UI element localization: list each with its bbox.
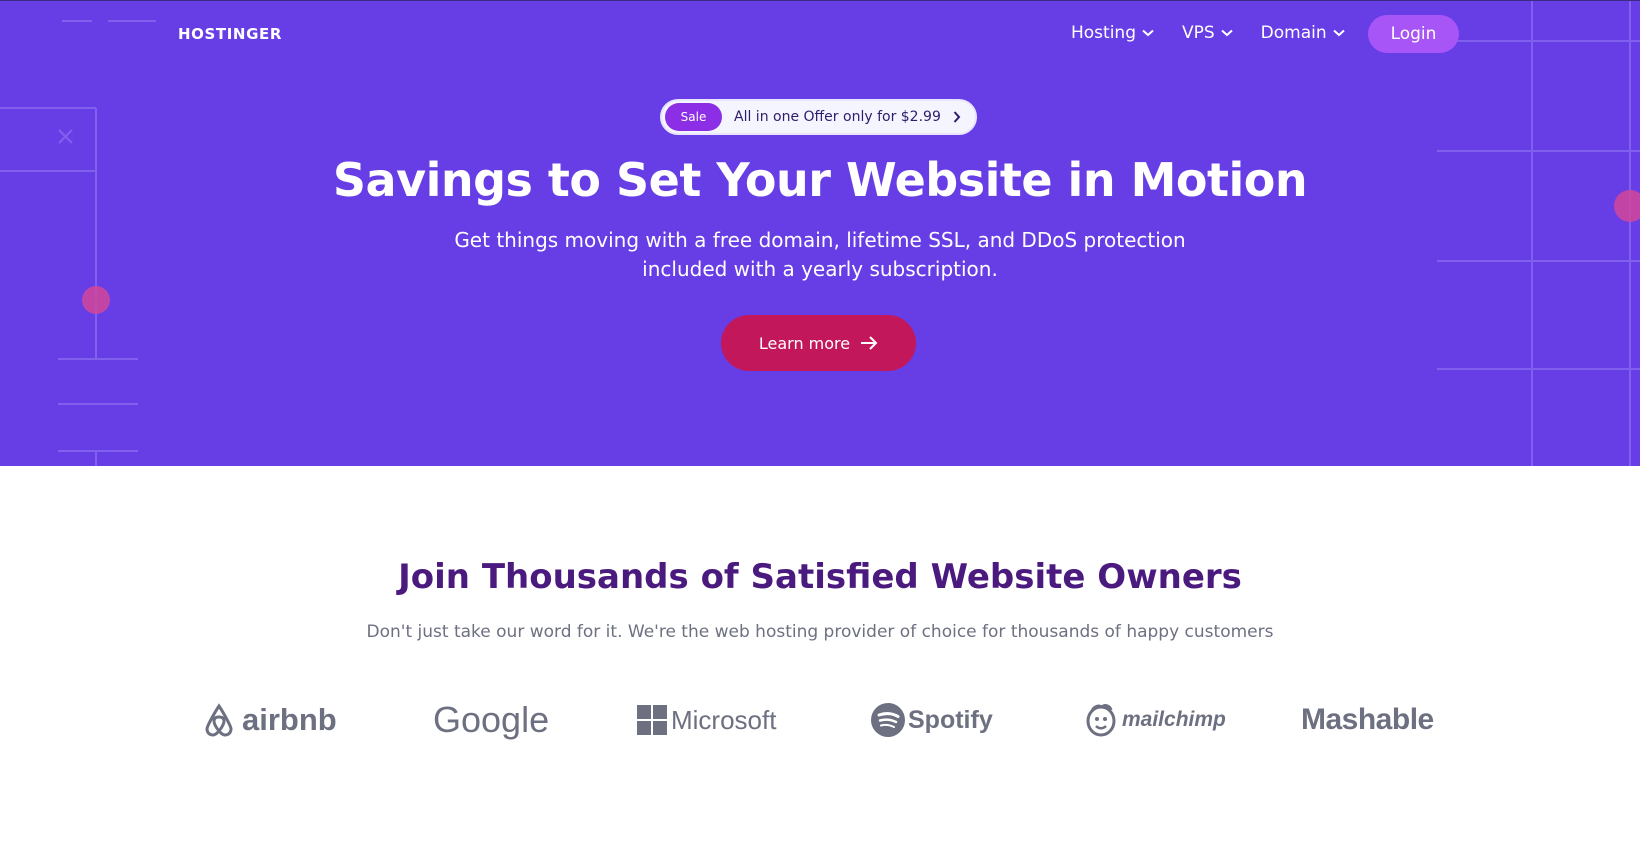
airbnb-wordmark: airbnb xyxy=(242,702,337,737)
brand-logo[interactable]: HOSTINGER xyxy=(178,25,282,43)
nav-item-hosting[interactable]: Hosting xyxy=(1071,23,1154,43)
mailchimp-logo: mailchimp xyxy=(1084,698,1226,742)
sale-offer-banner[interactable]: Sale All in one Offer only for $2.99 xyxy=(660,99,977,135)
chevron-down-icon xyxy=(1142,29,1154,37)
nav-item-domain[interactable]: Domain xyxy=(1261,23,1345,43)
main-nav: Hosting VPS Domain xyxy=(1071,23,1373,43)
microsoft-wordmark: Microsoft xyxy=(671,704,777,735)
hero-section: HOSTINGER Hosting VPS Domain Login Sale … xyxy=(0,0,1640,466)
chevron-right-icon xyxy=(953,111,961,123)
mashable-wordmark: Mashable xyxy=(1301,703,1434,736)
microsoft-logo: Microsoft xyxy=(637,698,776,742)
trust-section-title: Join Thousands of Satisfied Website Owne… xyxy=(398,557,1242,597)
cta-label: Learn more xyxy=(758,333,851,353)
nav-item-vps[interactable]: VPS xyxy=(1182,23,1233,43)
chevron-down-icon xyxy=(1221,29,1233,37)
google-logo: Google xyxy=(433,698,549,742)
learn-more-button[interactable]: Learn more xyxy=(721,315,916,371)
mailchimp-wordmark: mailchimp xyxy=(1122,708,1226,731)
hero-subtitle: Get things moving with a free domain, li… xyxy=(454,228,1186,281)
offer-text: All in one Offer only for $2.99 xyxy=(734,109,941,125)
arrow-right-icon xyxy=(861,336,878,350)
microsoft-icon xyxy=(637,705,667,735)
chevron-down-icon xyxy=(1332,29,1345,37)
nav-item-label: Domain xyxy=(1260,23,1327,43)
google-wordmark: Google xyxy=(433,699,550,740)
login-button[interactable]: Login xyxy=(1368,15,1459,53)
sale-badge: Sale xyxy=(665,103,722,131)
spotify-wordmark: Spotify xyxy=(908,705,993,734)
spotify-icon xyxy=(871,703,905,737)
trust-section-subtitle: Don't just take our word for it. We're t… xyxy=(366,622,1274,642)
mashable-logo: Mashable xyxy=(1301,698,1434,742)
hero-title: Savings to Set Your Website in Motion xyxy=(332,153,1308,207)
mailchimp-icon xyxy=(1086,704,1116,737)
airbnb-icon xyxy=(205,703,233,737)
nav-item-label: Hosting xyxy=(1071,23,1136,43)
airbnb-logo: airbnb xyxy=(201,698,337,742)
spotify-logo: Spotify xyxy=(871,698,993,742)
nav-item-label: VPS xyxy=(1182,23,1215,43)
